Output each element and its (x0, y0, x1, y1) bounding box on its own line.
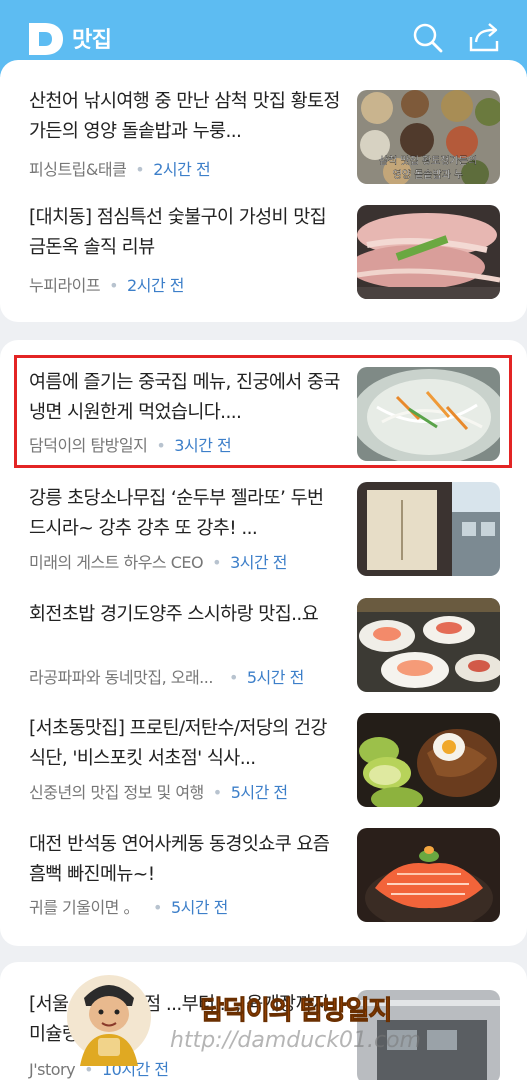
item-title[interactable]: 회전초밥 경기도양주 스시하랑 맛집..요 (29, 600, 341, 630)
watermark-text: 담덕이의 탐방일지 (199, 996, 392, 1027)
item-source[interactable]: 라공파파와 동네맛집, 오래... (29, 668, 213, 687)
watermark-url: http://damduck01.com (170, 1028, 421, 1053)
item-title[interactable]: 여름에 즐기는 중국집 메뉴, 진궁에서 중국냉면 시원한게 먹었습니다.... (29, 368, 341, 428)
search-icon[interactable] (410, 20, 444, 54)
item-meta: 신중년의 맛집 정보 및 여행 • 5시간 전 (29, 783, 288, 802)
item-meta: 담덕이의 탐방일지 • 3시간 전 (29, 436, 232, 455)
item-meta: 귀를 기울이면 。 • 5시간 전 (29, 898, 228, 917)
item-thumbnail[interactable] (357, 482, 500, 576)
item-meta: 라공파파와 동네맛집, 오래... • 5시간 전 (29, 668, 304, 687)
item-time: 5시간 전 (230, 783, 288, 802)
daum-logo-icon[interactable] (27, 22, 65, 56)
item-source[interactable]: 담덕이의 탐방일지 (29, 436, 148, 455)
list-item[interactable]: 산천어 낚시여행 중 만난 삼척 맛집 황토정가든의 영양 돌솥밥과 누룽...… (0, 85, 527, 201)
list-item[interactable]: [대치동] 점심특선 숯불구이 가성비 맛집 금돈옥 솔직 리뷰 누피라이프 • 2… (0, 201, 527, 317)
item-time: 5시간 전 (170, 898, 228, 917)
item-title[interactable]: [서초동맛집] 프로틴/저탄수/저당의 건강식단, '비스포킷 서초점' 식사.… (29, 714, 341, 774)
item-title[interactable]: 대전 반석동 연어사케동 동경잇쇼쿠 요즘 흠뻑 빠진메뉴~! (29, 830, 341, 890)
item-source[interactable]: 귀를 기울이면 。 (29, 898, 140, 917)
item-thumbnail[interactable] (357, 828, 500, 922)
item-meta: 피싱트립&태클 • 2시간 전 (29, 160, 211, 179)
list-item[interactable]: 대전 반석동 연어사케동 동경잇쇼쿠 요즘 흠뻑 빠진메뉴~! 귀를 기울이면 … (0, 828, 527, 944)
list-item[interactable]: 회전초밥 경기도양주 스시하랑 맛집..요 라공파파와 동네맛집, 오래... •… (0, 598, 527, 714)
item-time: 3시간 전 (230, 553, 287, 572)
item-source[interactable]: 누피라이프 (29, 276, 101, 295)
avatar (67, 975, 151, 1066)
item-time: 5시간 전 (246, 668, 304, 687)
share-icon[interactable] (466, 20, 500, 54)
item-thumbnail[interactable] (357, 713, 500, 807)
item-source[interactable]: 신중년의 맛집 정보 및 여행 (29, 783, 204, 802)
item-title[interactable]: 산천어 낚시여행 중 만난 삼척 맛집 황토정가든의 영양 돌솥밥과 누룽... (29, 87, 341, 147)
list-item[interactable]: 여름에 즐기는 중국집 메뉴, 진궁에서 중국냉면 시원한게 먹었습니다....… (0, 366, 527, 482)
item-thumbnail[interactable] (357, 598, 500, 692)
item-time: 3시간 전 (174, 436, 232, 455)
item-thumbnail[interactable] (357, 367, 500, 461)
item-source[interactable]: 미래의 게스트 하우스 CEO (29, 553, 204, 572)
list-item[interactable]: [서초동맛집] 프로틴/저탄수/저당의 건강식단, '비스포킷 서초점' 식사.… (0, 712, 527, 828)
item-title[interactable]: 강릉 초당소나무집 ‘순두부 젤라또’ 두번 드시라~ 강추 강추 또 강추! … (29, 484, 341, 544)
page-title: 맛집 (72, 28, 112, 53)
item-title[interactable]: [대치동] 점심특선 숯불구이 가성비 맛집 금돈옥 솔직 리뷰 (29, 203, 341, 263)
item-meta: 누피라이프 • 2시간 전 (29, 276, 184, 295)
item-thumbnail[interactable]: 삼척 맛집 황토정가든의 영양 돌솥밥과 누 (357, 90, 500, 184)
item-source[interactable]: 피싱트립&태클 (29, 160, 127, 179)
thumb-caption: 삼척 맛집 황토정가든의 (379, 155, 477, 167)
item-meta: 미래의 게스트 하우스 CEO • 3시간 전 (29, 553, 287, 572)
thumb-caption: 영양 돌솥밥과 누 (393, 169, 464, 181)
item-time: 2시간 전 (127, 276, 184, 295)
item-time: 2시간 전 (153, 160, 211, 179)
list-item[interactable]: 강릉 초당소나무집 ‘순두부 젤라또’ 두번 드시라~ 강추 강추 또 강추! … (0, 482, 527, 598)
item-thumbnail[interactable] (357, 205, 500, 299)
